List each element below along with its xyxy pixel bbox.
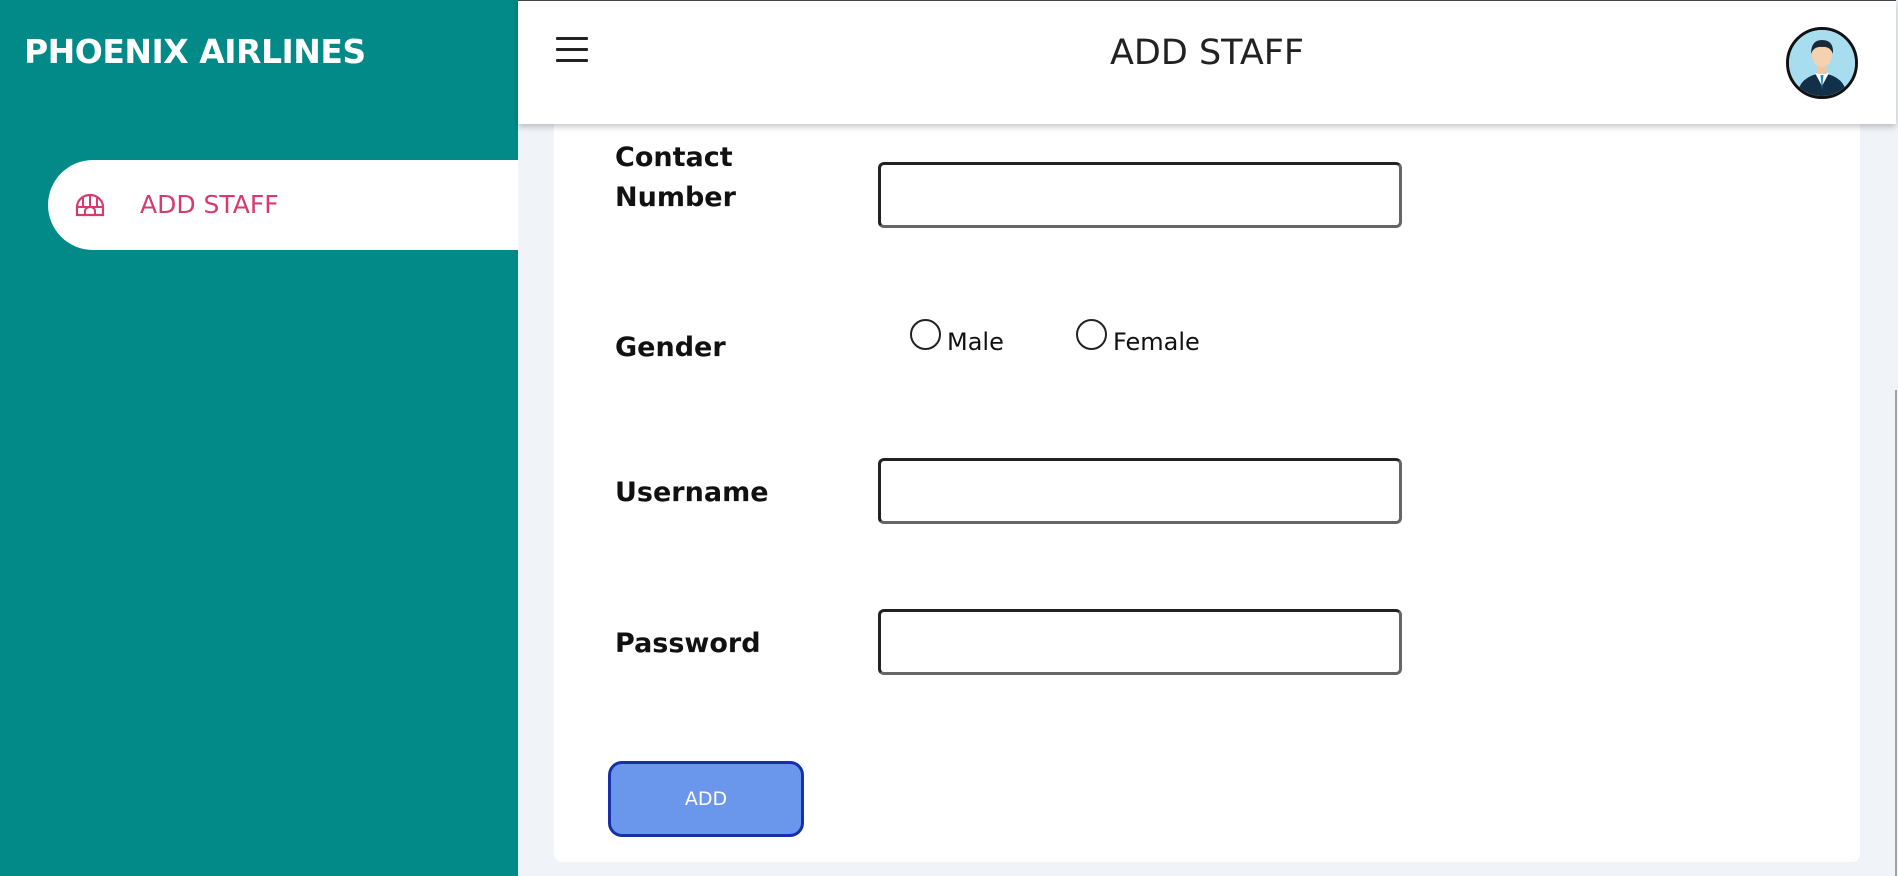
scrollbar-track[interactable]: [1895, 390, 1897, 876]
contact-number-field[interactable]: [878, 162, 1402, 228]
sidebar-item-add-staff[interactable]: ADD STAFF: [48, 160, 518, 250]
igloo-icon: [75, 193, 105, 217]
radio-label-female: Female: [1113, 328, 1200, 356]
contact-label-line2: Number: [615, 182, 736, 213]
contact-label-line1: Contact: [615, 142, 733, 173]
sidebar: PHOENIX AIRLINES ADD STAFF: [0, 0, 518, 876]
radio-circle-female[interactable]: [1076, 318, 1107, 350]
radio-label-male: Male: [947, 328, 1004, 356]
user-avatar-icon[interactable]: [1786, 27, 1858, 99]
password-field[interactable]: [878, 609, 1402, 675]
gender-radio-female[interactable]: Female: [1076, 318, 1200, 356]
password-label: Password: [615, 628, 761, 659]
sidebar-item-label: ADD STAFF: [140, 190, 279, 219]
top-bar: ADD STAFF: [518, 0, 1896, 124]
username-label: Username: [615, 477, 769, 508]
page-title: ADD STAFF: [1109, 33, 1305, 73]
gender-label: Gender: [615, 332, 726, 363]
contact-number-label: Contact Number: [615, 138, 736, 218]
radio-circle-male[interactable]: [910, 318, 941, 350]
add-button[interactable]: ADD: [608, 761, 804, 837]
brand-title: PHOENIX AIRLINES: [24, 32, 366, 71]
username-field[interactable]: [878, 458, 1402, 524]
gender-radio-male[interactable]: Male: [910, 318, 1004, 356]
